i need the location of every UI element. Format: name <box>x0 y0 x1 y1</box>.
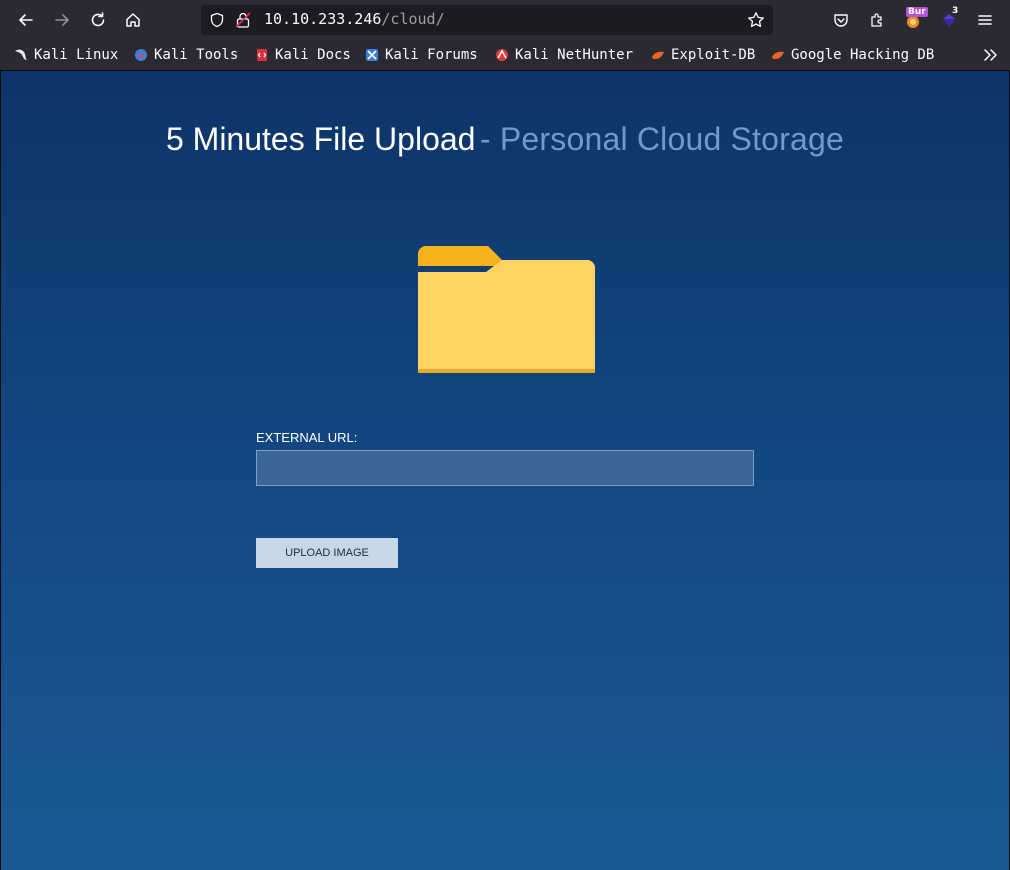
burp-extension-button[interactable]: Bur <box>899 6 928 34</box>
bookmark-kali-docs[interactable]: Kali Docs <box>255 46 351 64</box>
home-icon <box>126 13 140 27</box>
menu-button[interactable] <box>971 6 999 34</box>
bookmark-label: Kali NetHunter <box>515 47 634 63</box>
page-title-main: 5 Minutes File Upload <box>165 121 476 157</box>
shield-icon[interactable] <box>209 12 225 28</box>
bookmark-label: Kali Docs <box>275 47 351 63</box>
bookmark-label: Exploit-DB <box>671 47 756 63</box>
external-url-input[interactable] <box>256 450 754 486</box>
browser-toolbar: 10.10.233.246/cloud/ Bur 3 <box>0 0 1010 40</box>
url-host: 10.10.233.246 <box>264 10 382 28</box>
url-path: /cloud/ <box>381 10 445 28</box>
bookmark-star-icon[interactable] <box>747 11 765 29</box>
home-button[interactable] <box>119 6 147 34</box>
page-content: 5 Minutes File Upload - Personal Cloud S… <box>1 71 1009 870</box>
bookmark-exploit-db[interactable]: Exploit-DB <box>651 46 755 64</box>
page-title: 5 Minutes File Upload - Personal Cloud S… <box>1 121 1009 158</box>
kali-docs-icon <box>257 49 267 61</box>
upload-image-button[interactable]: UPLOAD IMAGE <box>256 538 398 568</box>
bookmark-google-hacking-db[interactable]: Google Hacking DB <box>771 46 934 64</box>
address-bar[interactable]: 10.10.233.246/cloud/ <box>201 5 773 35</box>
kali-nethunter-icon <box>496 49 508 61</box>
bookmarks-bar: Kali Linux Kali Tools Kali Docs Kali For… <box>0 40 1010 71</box>
bookmark-label: Kali Forums <box>385 47 478 63</box>
hamburger-menu-icon <box>978 15 992 25</box>
back-button[interactable] <box>12 6 40 34</box>
kali-forums-icon <box>366 49 378 61</box>
exploit-db-icon <box>652 51 664 60</box>
external-url-label: EXTERNAL URL: <box>256 430 358 445</box>
pocket-button[interactable] <box>827 6 855 34</box>
kali-dragon-icon <box>15 49 27 60</box>
bookmark-kali-forums[interactable]: Kali Forums <box>365 46 478 64</box>
puzzle-icon <box>871 13 882 27</box>
exploit-db-icon <box>772 51 784 60</box>
burp-badge: Bur <box>906 7 928 17</box>
reload-button[interactable] <box>84 6 112 34</box>
url-text[interactable]: 10.10.233.246/cloud/ <box>264 10 445 28</box>
bookmark-kali-linux[interactable]: Kali Linux <box>14 46 118 64</box>
folder-icon <box>418 246 595 373</box>
forward-arrow-icon <box>55 14 69 26</box>
forward-button[interactable] <box>48 6 76 34</box>
page-title-sub: - Personal Cloud Storage <box>479 121 845 157</box>
gem-extension-button[interactable]: 3 <box>935 6 963 34</box>
extensions-button[interactable] <box>863 6 891 34</box>
bookmark-kali-tools[interactable]: Kali Tools <box>134 46 238 64</box>
reload-icon <box>91 12 105 27</box>
back-arrow-icon <box>19 14 33 26</box>
bookmark-label: Google Hacking DB <box>791 47 935 63</box>
insecure-lock-icon[interactable] <box>235 11 251 29</box>
bookmark-label: Kali Tools <box>154 47 239 63</box>
pocket-icon <box>834 14 848 27</box>
chevron-double-right-icon[interactable] <box>982 48 998 62</box>
extension-count-badge: 3 <box>950 6 961 16</box>
kali-tools-icon <box>135 49 147 61</box>
bookmark-label: Kali Linux <box>34 47 119 63</box>
bookmark-kali-nethunter[interactable]: Kali NetHunter <box>495 46 633 64</box>
